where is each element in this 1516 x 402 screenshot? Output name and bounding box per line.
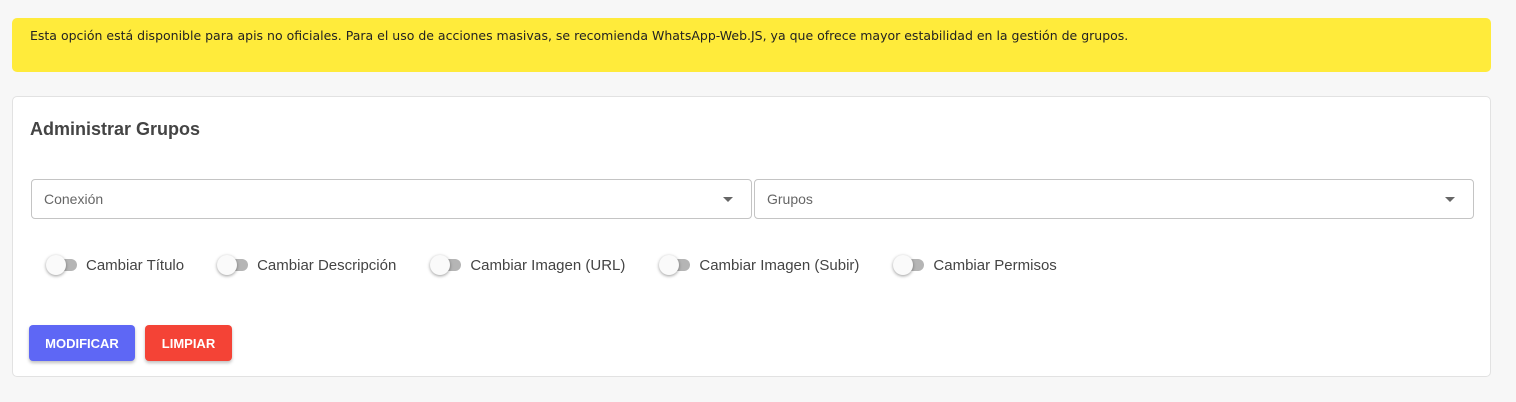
manage-groups-card: Administrar Grupos Conexión Grupos Cambi… [12,96,1491,377]
switch-icon[interactable] [893,255,925,275]
modificar-button[interactable]: MODIFICAR [29,325,135,361]
notice-text: Esta opción está disponible para apis no… [30,28,1129,43]
chevron-down-icon [723,196,733,202]
toggle-label: Cambiar Permisos [933,256,1057,274]
switch-icon[interactable] [430,255,462,275]
switch-icon[interactable] [46,255,78,275]
toggle-group: Cambiar Título Cambiar Descripción Cambi… [46,253,1057,277]
info-notice: Esta opción está disponible para apis no… [12,18,1491,72]
toggle-label: Cambiar Imagen (Subir) [699,256,860,274]
limpiar-button[interactable]: LIMPIAR [145,325,232,361]
toggle-label: Cambiar Imagen (URL) [470,256,626,274]
conexion-select[interactable]: Conexión [31,179,752,219]
conexion-select-label: Conexión [44,191,104,207]
toggle-cambiar-permisos[interactable]: Cambiar Permisos [893,255,1057,275]
toggle-cambiar-descripcion[interactable]: Cambiar Descripción [217,255,396,275]
toggle-cambiar-imagen-subir[interactable]: Cambiar Imagen (Subir) [659,255,859,275]
switch-icon[interactable] [659,255,691,275]
toggle-label: Cambiar Título [86,256,185,274]
grupos-select-label: Grupos [767,191,813,207]
toggle-label: Cambiar Descripción [257,256,397,274]
card-title: Administrar Grupos [30,119,201,139]
chevron-down-icon [1445,196,1455,202]
toggle-cambiar-imagen-url[interactable]: Cambiar Imagen (URL) [430,255,625,275]
grupos-select[interactable]: Grupos [754,179,1474,219]
switch-icon[interactable] [217,255,249,275]
toggle-cambiar-titulo[interactable]: Cambiar Título [46,255,184,275]
